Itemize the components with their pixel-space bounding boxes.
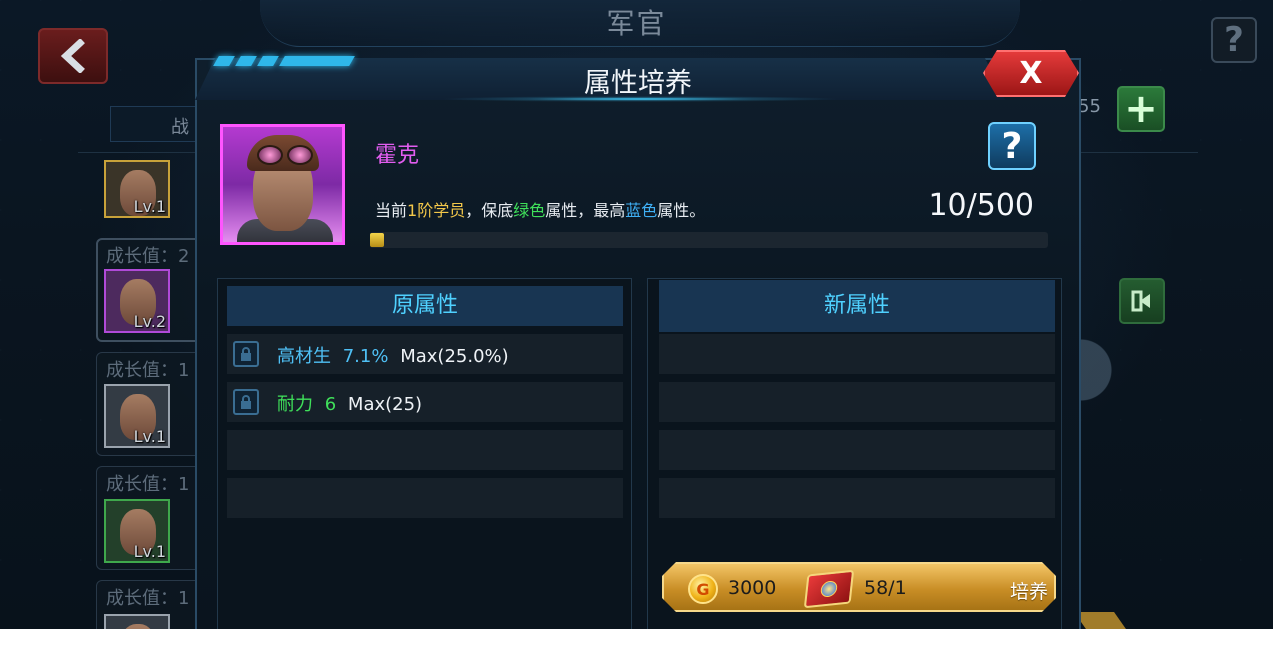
desc-text: 属性。	[657, 201, 706, 220]
original-attributes-header: 原属性	[227, 286, 623, 326]
new-attributes-header: 新属性	[659, 280, 1055, 332]
exit-icon	[1131, 290, 1150, 312]
new-attribute-row	[659, 382, 1055, 422]
training-book-icon	[803, 569, 855, 609]
lock-icon	[241, 395, 251, 409]
officer-portrait-4[interactable]: Lv.1	[104, 499, 170, 563]
desc-text: 当前	[375, 201, 408, 220]
attribute-text: 耐力 6 Max(25)	[277, 390, 422, 416]
officer-growth: 成长值：2	[106, 246, 190, 267]
new-attribute-row	[659, 334, 1055, 374]
close-icon: X	[1019, 56, 1043, 91]
desc-rank: 1阶学员	[407, 201, 466, 220]
hero-portrait	[220, 124, 345, 245]
item-count: 58/1	[864, 577, 907, 599]
gold-coin-icon: G	[688, 574, 718, 604]
officer-portrait-1[interactable]: Lv.1	[104, 160, 170, 218]
back-button[interactable]	[38, 28, 108, 84]
close-button[interactable]: X	[983, 50, 1079, 97]
attribute-row: 高材生 7.1% Max(25.0%)	[227, 334, 623, 374]
attribute-text: 高材生 7.1% Max(25.0%)	[277, 342, 509, 368]
attribute-max: Max(25.0%)	[400, 346, 509, 367]
desc-min-quality: 绿色	[513, 201, 546, 220]
dialog-title: 属性培养	[584, 68, 692, 99]
game-scene: 军官 ? 战 55 + Lv.1 成长值：2 Lv.2 成长值：1 Lv.1 成…	[0, 0, 1273, 629]
attribute-row-empty	[227, 430, 623, 470]
coin-cost: 3000	[728, 577, 777, 599]
officer-growth: 成长值：1	[106, 360, 190, 381]
attribute-row: 耐力 6 Max(25)	[227, 382, 623, 422]
officer-growth: 成长值：1	[106, 474, 190, 495]
hero-rank-description: 当前1阶学员，保底绿色属性，最高蓝色属性。	[375, 197, 705, 221]
progress-text: 10/500	[928, 188, 1034, 223]
hero-goggle	[287, 145, 313, 165]
officer-level: Lv.1	[133, 197, 166, 216]
officer-growth: 成长值：1	[106, 588, 190, 609]
lock-toggle[interactable]	[233, 341, 259, 367]
officer-level: Lv.2	[133, 312, 166, 331]
tab-label: 战	[171, 117, 189, 138]
desc-text: ，保底	[465, 201, 514, 220]
officer-portrait-5[interactable]	[104, 614, 170, 629]
gold-decoration	[1074, 612, 1126, 629]
attribute-value: 7.1%	[342, 346, 389, 367]
cultivate-label: 培养	[1009, 581, 1048, 603]
attribute-row-empty	[227, 478, 623, 518]
exit-button[interactable]	[1119, 278, 1165, 324]
attribute-max: Max(25)	[347, 394, 423, 415]
officer-portrait-3[interactable]: Lv.1	[104, 384, 170, 448]
plus-icon: +	[1124, 86, 1158, 132]
hero-goggle	[257, 145, 283, 165]
attribute-name: 耐力	[277, 394, 313, 415]
officer-portrait-2[interactable]: Lv.2	[104, 269, 170, 333]
new-attribute-row	[659, 478, 1055, 518]
screen-help-button[interactable]: ?	[1211, 17, 1257, 63]
question-icon: ?	[1224, 20, 1244, 60]
cultivate-button[interactable]: G 3000 58/1 培养	[662, 562, 1056, 612]
desc-max-quality: 蓝色	[625, 201, 658, 220]
question-icon: ?	[1001, 125, 1023, 167]
progress-fill	[370, 233, 384, 247]
gear-decoration	[1075, 320, 1135, 420]
progress-bar	[370, 232, 1048, 248]
chevron-left-icon	[60, 39, 85, 73]
hero-name: 霍克	[375, 143, 420, 168]
desc-text: 属性，最高	[545, 201, 626, 220]
attribute-help-button[interactable]: ?	[988, 122, 1036, 170]
officer-level: Lv.1	[133, 542, 166, 561]
lock-icon	[241, 347, 251, 361]
screen-title: 军官	[606, 7, 667, 40]
officer-level: Lv.1	[133, 427, 166, 446]
add-button[interactable]: +	[1117, 86, 1165, 132]
attribute-name: 高材生	[277, 346, 331, 367]
attribute-value: 6	[324, 394, 337, 415]
officer-face	[120, 624, 156, 629]
lock-toggle[interactable]	[233, 389, 259, 415]
new-attribute-row	[659, 430, 1055, 470]
resource-count: 55	[1078, 96, 1101, 117]
